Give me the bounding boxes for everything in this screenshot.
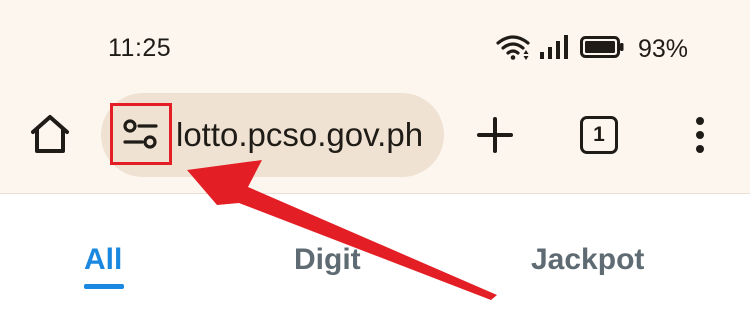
url-text[interactable]: lotto.pcso.gov.ph [176, 116, 423, 154]
tab-switcher-button[interactable]: 1 [580, 116, 618, 154]
status-time: 11:25 [108, 34, 172, 62]
plus-icon [477, 117, 513, 153]
more-options-button[interactable] [684, 112, 716, 158]
active-tab-indicator [84, 284, 124, 289]
signal-icon [539, 34, 570, 64]
tab-count: 1 [593, 123, 605, 146]
battery-icon [579, 35, 624, 63]
tune-icon [123, 119, 158, 149]
status-icons: 93% [496, 34, 688, 64]
toolbar-divider [0, 193, 750, 194]
tab-all[interactable]: All [84, 243, 122, 277]
site-settings-button[interactable] [110, 103, 172, 165]
battery-percent: 93% [637, 34, 688, 63]
tab-digit[interactable]: Digit [294, 243, 361, 277]
home-button[interactable] [26, 110, 74, 158]
more-vert-icon [696, 117, 704, 153]
wifi-icon [496, 34, 530, 65]
new-tab-button[interactable] [472, 112, 518, 158]
tab-jackpot[interactable]: Jackpot [531, 243, 644, 277]
home-icon [31, 115, 69, 153]
